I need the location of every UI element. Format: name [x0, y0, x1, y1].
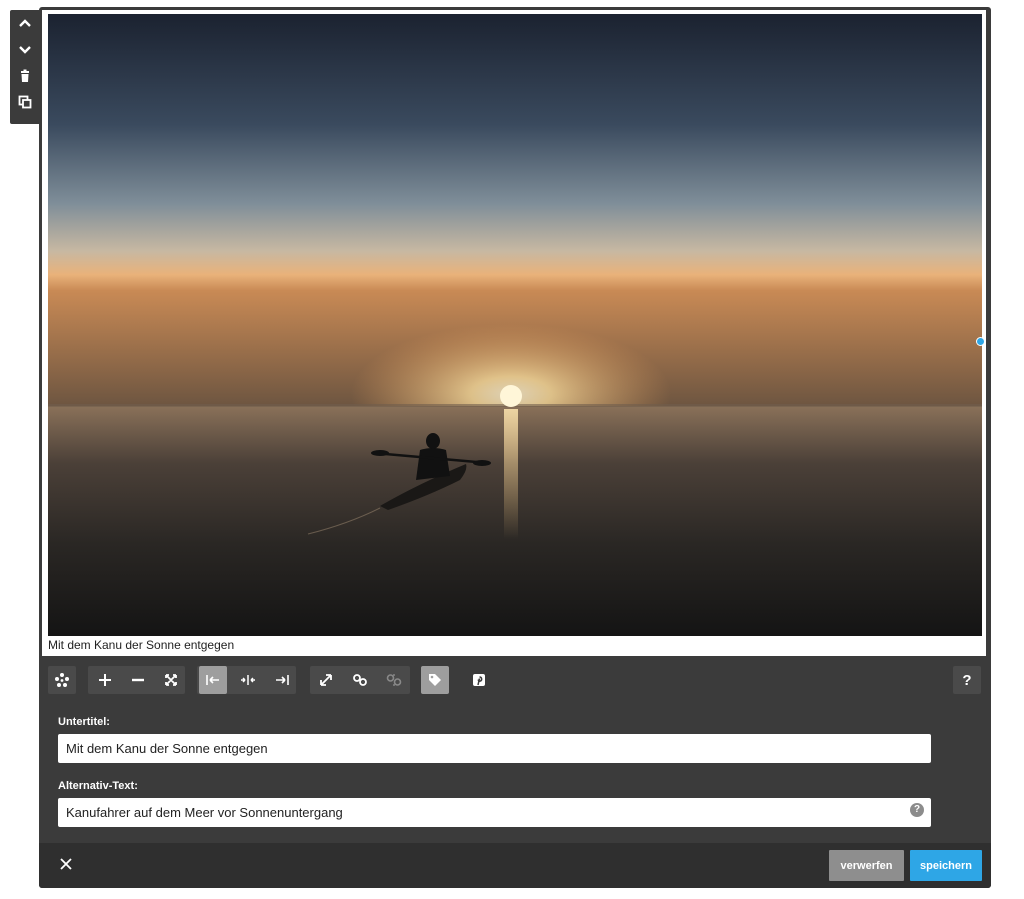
- align-center-button[interactable]: [234, 666, 262, 694]
- alt-help-icon[interactable]: ?: [910, 803, 924, 817]
- pinterest-button[interactable]: [465, 666, 493, 694]
- zoom-in-button[interactable]: [91, 666, 119, 694]
- align-left-button[interactable]: [199, 666, 227, 694]
- fit-icon: [165, 674, 177, 686]
- unlink-icon: [386, 674, 402, 686]
- zoom-out-icon: [132, 678, 144, 682]
- help-button[interactable]: ?: [953, 666, 981, 694]
- unlink-button[interactable]: [380, 666, 408, 694]
- align-right-button[interactable]: [268, 666, 296, 694]
- trash-icon: [20, 69, 29, 82]
- resize-button[interactable]: [312, 666, 340, 694]
- sunset-kayak-photo[interactable]: [48, 14, 982, 636]
- chevron-down-icon: [18, 46, 31, 54]
- align-right-icon: [276, 675, 289, 685]
- save-button[interactable]: speichern: [910, 850, 982, 881]
- align-left-icon: [206, 675, 219, 685]
- zoom-in-icon: [99, 674, 111, 686]
- fit-button[interactable]: [157, 666, 185, 694]
- alt-text-label: Alternativ-Text:: [58, 780, 138, 792]
- tag-icon: [429, 674, 441, 686]
- chevron-up-icon: [18, 19, 31, 27]
- zoom-out-button[interactable]: [124, 666, 152, 694]
- move-up-button[interactable]: [10, 12, 39, 34]
- duplicate-icon: [18, 95, 31, 109]
- block-side-tools: [10, 10, 39, 124]
- delete-button[interactable]: [10, 65, 39, 87]
- link-icon: [353, 674, 367, 686]
- image-caption: Mit dem Kanu der Sonne entgegen: [48, 638, 235, 652]
- align-center-icon: [241, 675, 255, 685]
- filter-button[interactable]: [48, 666, 76, 694]
- subtitle-input[interactable]: [58, 734, 931, 763]
- resize-handle[interactable]: [976, 337, 985, 346]
- move-down-button[interactable]: [10, 39, 39, 61]
- alt-text-input[interactable]: [58, 798, 931, 827]
- subtitle-label: Untertitel:: [58, 716, 110, 728]
- link-button[interactable]: [346, 666, 374, 694]
- discard-button[interactable]: verwerfen: [829, 850, 904, 881]
- resize-icon: [320, 674, 332, 686]
- pinwheel-icon: [55, 673, 69, 687]
- pinterest-icon: [473, 674, 485, 686]
- tag-button[interactable]: [421, 666, 449, 694]
- close-button[interactable]: [56, 854, 76, 874]
- close-icon: [60, 858, 72, 870]
- duplicate-button[interactable]: [10, 91, 39, 113]
